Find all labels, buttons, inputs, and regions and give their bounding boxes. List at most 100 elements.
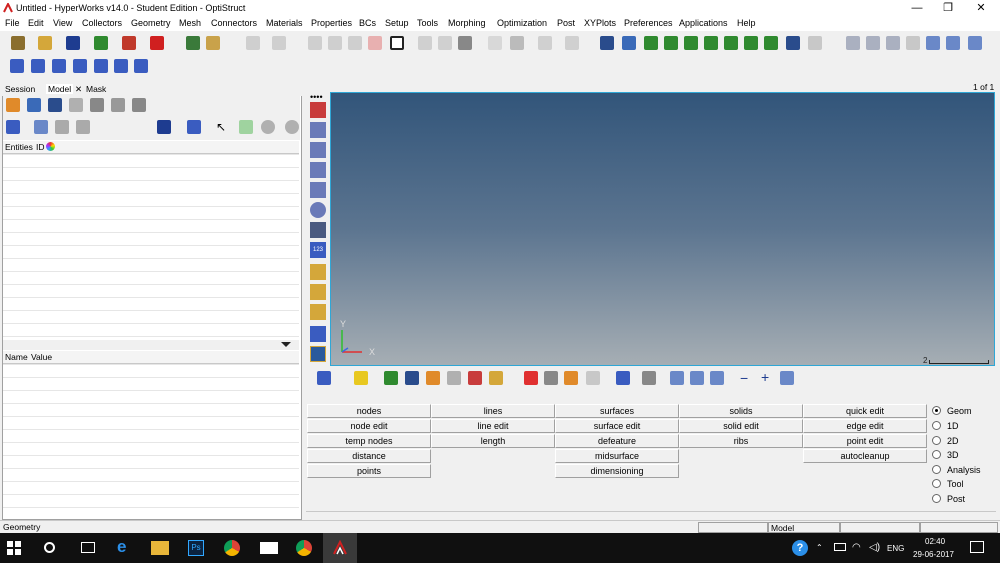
eye-reverse-icon[interactable] [285, 120, 299, 134]
arrow-right-icon[interactable] [690, 371, 704, 385]
temp-nodes-button[interactable]: temp nodes [307, 434, 431, 448]
shaded-icon[interactable] [786, 36, 800, 50]
export-ppt-icon[interactable] [150, 36, 164, 50]
clock-date[interactable]: 29-06-2017 [913, 550, 954, 559]
copy-icon[interactable] [510, 36, 524, 50]
windows-start-icon[interactable] [7, 541, 21, 555]
entity-list[interactable] [3, 154, 299, 340]
reverse-icon[interactable] [310, 142, 326, 158]
points-button[interactable]: points [307, 464, 431, 478]
new-model-icon[interactable] [11, 36, 25, 50]
radio-post[interactable]: Post [932, 494, 965, 504]
import-geometry-icon[interactable] [468, 371, 482, 385]
numbers-icon[interactable]: 123 [310, 242, 326, 258]
import-icon[interactable] [94, 36, 108, 50]
back-view-icon[interactable] [308, 36, 322, 50]
solids-button[interactable]: solids [679, 404, 803, 418]
view-manager-icon[interactable] [368, 36, 382, 50]
window-layout-icon[interactable] [418, 36, 432, 50]
defeature-button[interactable]: defeature [555, 434, 679, 448]
tab-mask[interactable]: Mask [86, 84, 106, 94]
organize-icon[interactable] [544, 371, 558, 385]
menu-post[interactable]: Post [557, 18, 575, 28]
nodes-button[interactable]: nodes [307, 404, 431, 418]
browser-property-icon[interactable] [90, 98, 104, 112]
add-view-icon[interactable] [348, 36, 362, 50]
view-iso-icon[interactable] [644, 36, 658, 50]
cut-icon[interactable] [488, 36, 502, 50]
menu-optimization[interactable]: Optimization [497, 18, 547, 28]
export-icon[interactable] [122, 36, 136, 50]
radio-geom[interactable]: Geom [932, 406, 972, 416]
chrome-icon[interactable] [224, 540, 240, 556]
arrow-left-icon[interactable] [670, 371, 684, 385]
open-model-icon[interactable] [38, 36, 52, 50]
open-folder-icon[interactable] [206, 36, 220, 50]
image-capture-icon[interactable] [310, 326, 326, 342]
property-icon[interactable] [52, 59, 66, 73]
midsurface-button[interactable]: midsurface [555, 449, 679, 463]
wifi-icon[interactable]: ◠ [852, 542, 861, 553]
photoshop-icon[interactable]: Ps [188, 540, 204, 556]
spin-left-right-icon[interactable] [926, 36, 940, 50]
spin-up-down-icon[interactable] [946, 36, 960, 50]
reject-undo-icon[interactable] [710, 371, 724, 385]
create-nodes-icon[interactable] [384, 371, 398, 385]
loadstep-icon[interactable] [94, 59, 108, 73]
help-icon[interactable]: ? [792, 540, 808, 556]
radio-2d[interactable]: 2D [932, 436, 959, 446]
redo-panel-icon[interactable] [780, 371, 794, 385]
property-list[interactable] [3, 364, 299, 516]
menu-edit[interactable]: Edit [28, 18, 44, 28]
create-surfaces-icon[interactable] [405, 371, 419, 385]
view-right-icon[interactable] [724, 36, 738, 50]
previous-icon[interactable] [622, 36, 636, 50]
surfaces-button[interactable]: surfaces [555, 404, 679, 418]
view-left-icon[interactable] [704, 36, 718, 50]
view-back-icon[interactable] [764, 36, 778, 50]
minus-icon[interactable]: − [740, 370, 748, 386]
system-icon[interactable] [114, 59, 128, 73]
radio-dot-icon[interactable] [932, 421, 941, 430]
browser-list-icon[interactable] [55, 120, 69, 134]
menu-collectors[interactable]: Collectors [82, 18, 122, 28]
user-profile-icon[interactable] [186, 36, 200, 50]
plot-icon[interactable] [310, 264, 326, 280]
notifications-icon[interactable] [970, 541, 984, 553]
radio-dot-icon[interactable] [932, 450, 941, 459]
menu-morphing[interactable]: Morphing [448, 18, 486, 28]
menu-connectors[interactable]: Connectors [211, 18, 257, 28]
grid-display-icon[interactable] [616, 371, 630, 385]
battery-icon[interactable] [834, 543, 846, 551]
distance-button[interactable]: distance [307, 449, 431, 463]
window-sync-icon[interactable] [438, 36, 452, 50]
file-explorer-icon[interactable] [151, 541, 169, 555]
midsurface-icon[interactable] [447, 371, 461, 385]
surface-edit-button[interactable]: surface edit [555, 419, 679, 433]
unmask-icon[interactable] [310, 122, 326, 138]
menu-preferences[interactable]: Preferences [624, 18, 673, 28]
menu-bcs[interactable]: BCs [359, 18, 376, 28]
length-button[interactable]: length [431, 434, 555, 448]
menu-geometry[interactable]: Geometry [131, 18, 171, 28]
geometry-cleanup-icon[interactable] [317, 371, 331, 385]
browser-shape-icon[interactable] [48, 98, 62, 112]
delete-tool-icon[interactable] [565, 36, 579, 50]
zoom-icon[interactable] [846, 36, 860, 50]
browser-expand-icon[interactable] [6, 120, 20, 134]
menu-xyplots[interactable]: XYPlots [584, 18, 616, 28]
view-controls-icon[interactable] [310, 346, 326, 362]
cursor-select-icon[interactable]: ↖ [216, 120, 230, 134]
node-edit-button[interactable]: node edit [307, 419, 431, 433]
maximize-button[interactable]: ❐ [933, 0, 963, 17]
chrome-second-icon[interactable] [296, 540, 312, 556]
rotate-icon[interactable] [886, 36, 900, 50]
browser-material-icon[interactable] [69, 98, 83, 112]
undo-icon[interactable] [246, 36, 260, 50]
menu-applications[interactable]: Applications [679, 18, 728, 28]
hyperworks-taskbar-icon[interactable] [332, 540, 348, 556]
tab-session[interactable]: Session [5, 84, 35, 94]
material-icon[interactable] [31, 59, 45, 73]
menu-properties[interactable]: Properties [311, 18, 352, 28]
find-icon[interactable] [600, 36, 614, 50]
